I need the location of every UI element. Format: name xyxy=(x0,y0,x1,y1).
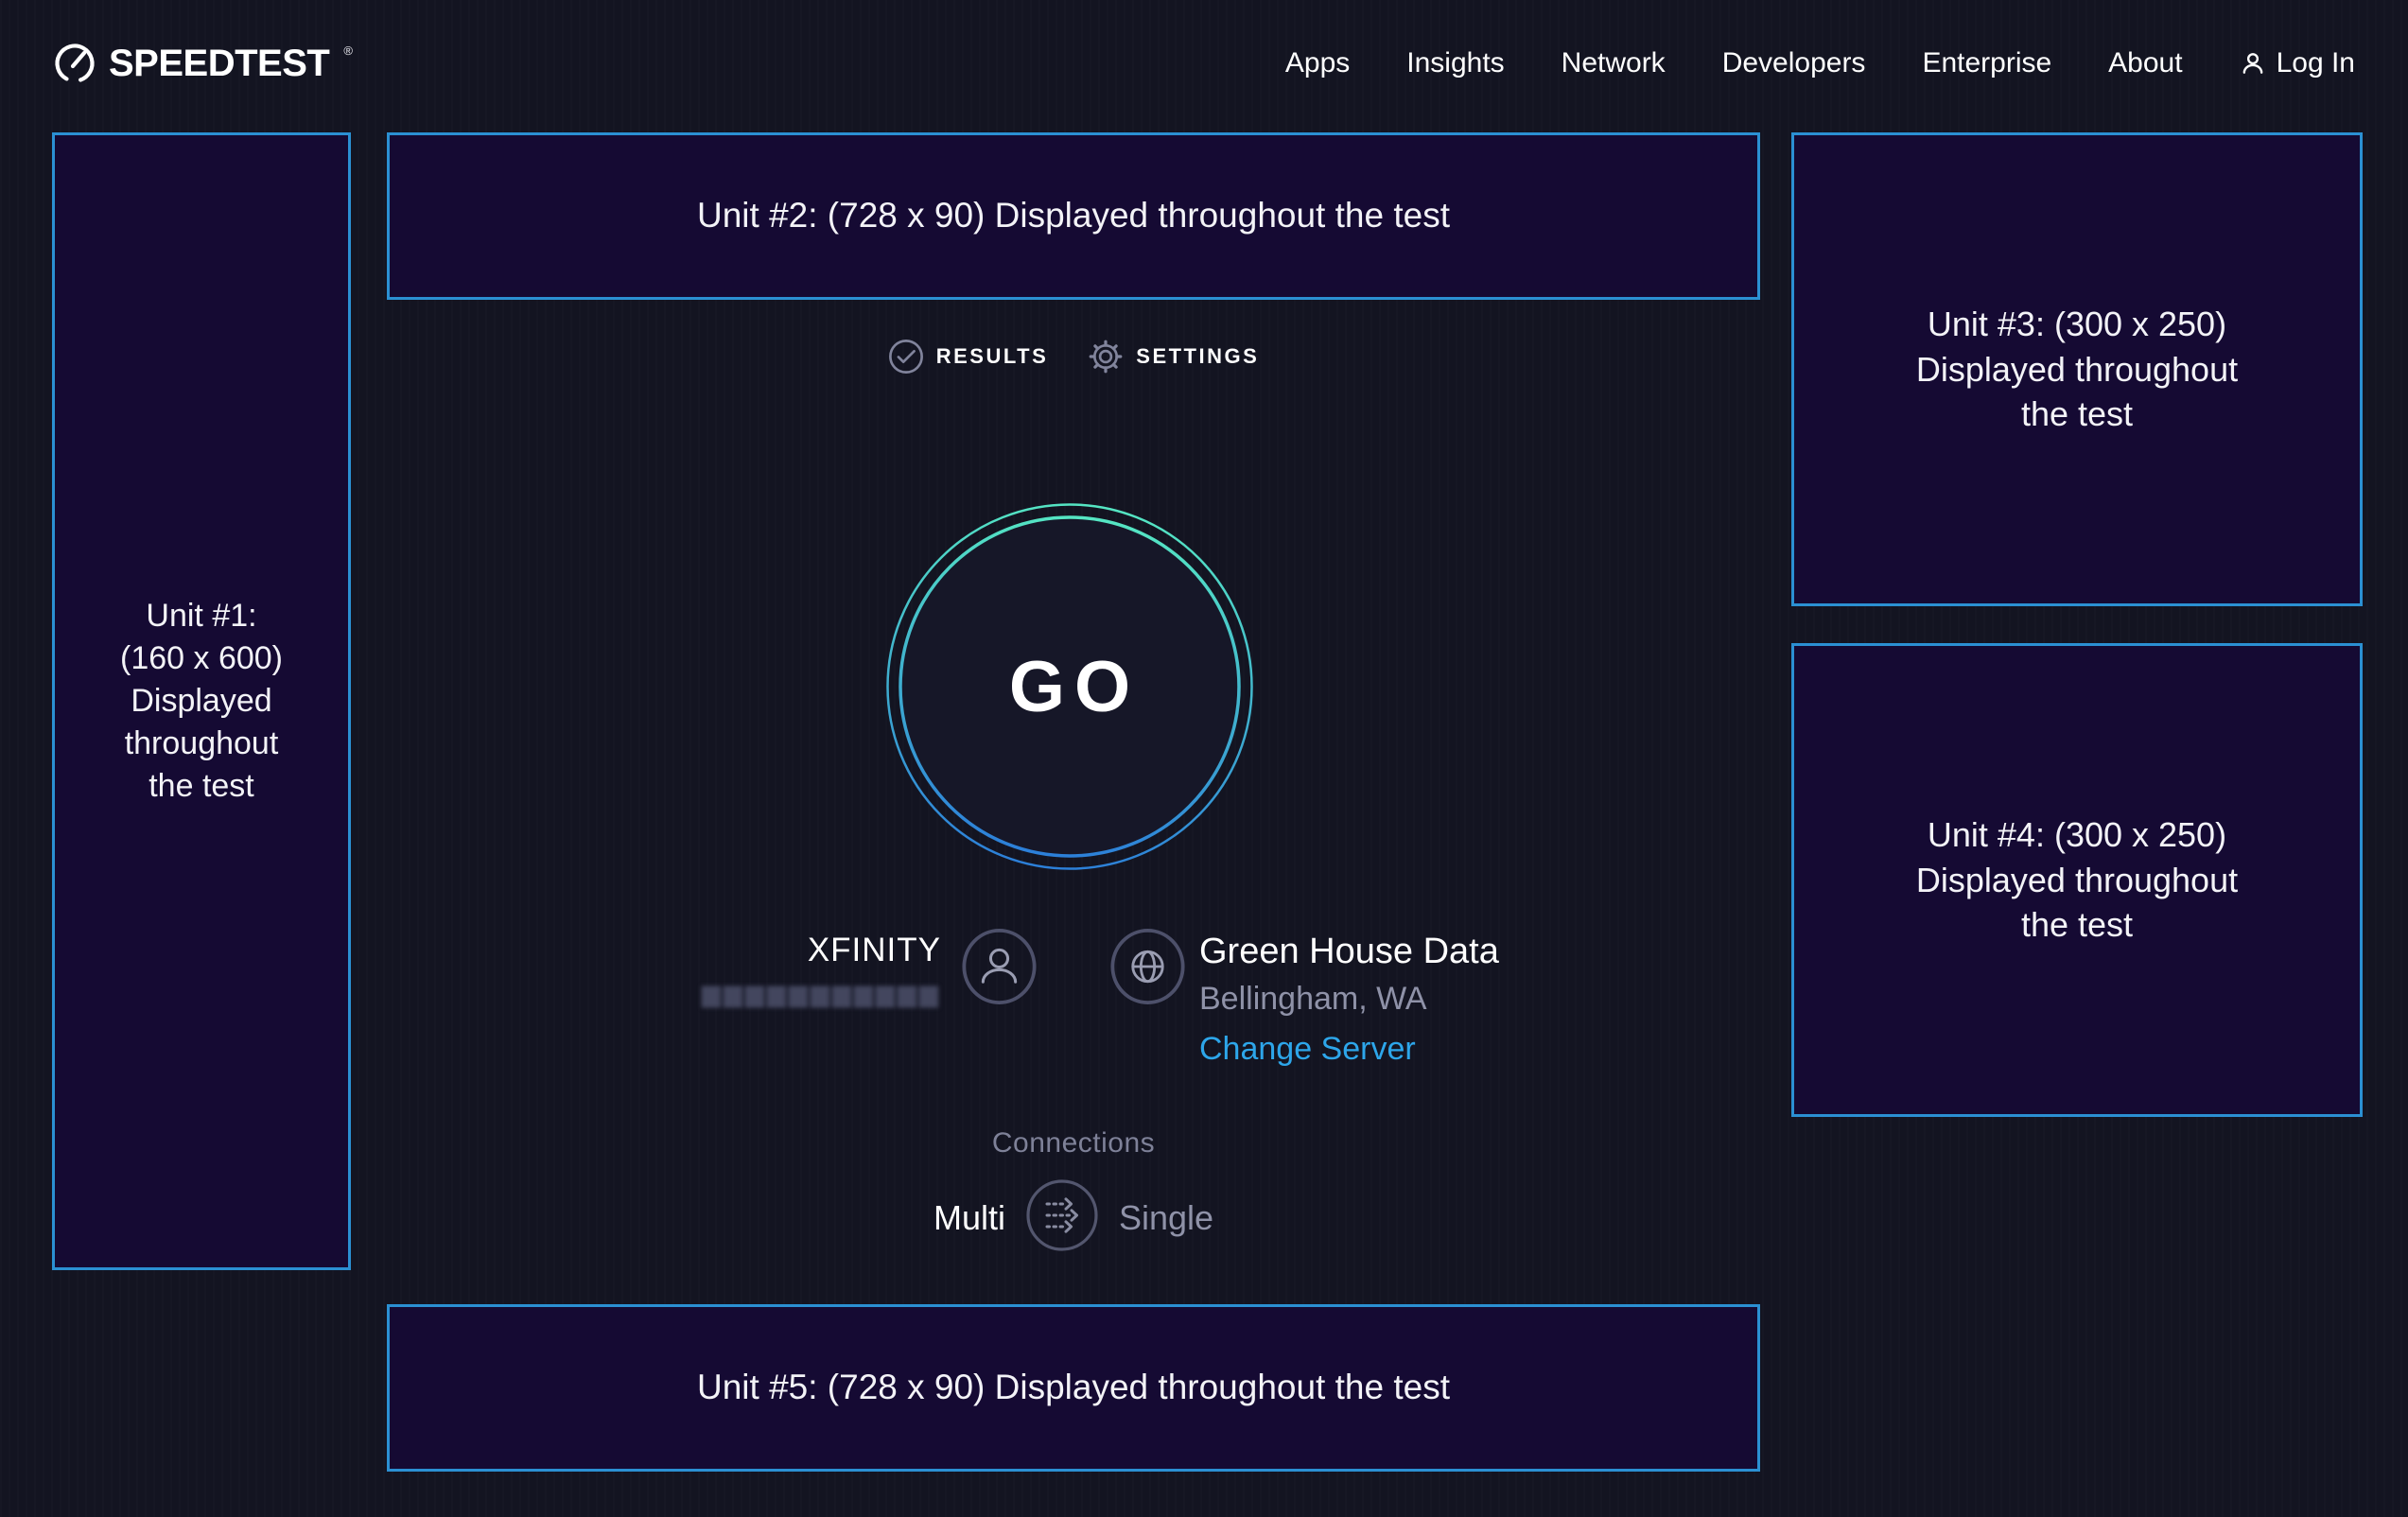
nav-item-enterprise[interactable]: Enterprise xyxy=(1922,47,2051,79)
ad-unit-4-text: Unit #4: (300 x 250) Displayed throughou… xyxy=(1916,812,2238,948)
isp-person-icon xyxy=(962,928,1038,1005)
server-name: Green House Data xyxy=(1199,932,1499,971)
multi-connections-icon[interactable] xyxy=(1025,1178,1099,1257)
server-info: Green House Data Bellingham, WA Change S… xyxy=(1199,932,1499,1068)
connections-section: Connections Multi Single xyxy=(387,1127,1760,1257)
nav-item-insights[interactable]: Insights xyxy=(1406,47,1504,79)
isp-info: XFINITY ▆▆▆▆▆▆▆▆▆▆▆ xyxy=(702,932,941,1008)
nav-item-network[interactable]: Network xyxy=(1562,47,1666,79)
ad-unit-5[interactable]: Unit #5: (728 x 90) Displayed throughout… xyxy=(387,1304,1760,1472)
login-label: Log In xyxy=(2277,47,2355,79)
connections-toggle-row: Multi Single xyxy=(387,1178,1760,1257)
tab-results[interactable]: RESULTS xyxy=(888,339,1049,375)
ad-unit-2[interactable]: Unit #2: (728 x 90) Displayed throughout… xyxy=(387,132,1760,300)
globe-icon xyxy=(1110,928,1186,1005)
connections-multi-option[interactable]: Multi xyxy=(934,1198,1005,1238)
isp-name: XFINITY xyxy=(702,932,941,969)
speedtest-logo[interactable]: SPEEDTEST ® xyxy=(53,42,351,85)
ad-unit-2-text: Unit #2: (728 x 90) Displayed throughout… xyxy=(697,193,1450,239)
ad-unit-3[interactable]: Unit #3: (300 x 250) Displayed throughou… xyxy=(1791,132,2363,606)
tab-results-label: RESULTS xyxy=(936,344,1049,369)
ad-unit-3-text: Unit #3: (300 x 250) Displayed throughou… xyxy=(1916,302,2238,437)
ad-unit-1-text: Unit #1: (160 x 600) Displayed throughou… xyxy=(120,595,283,807)
nav-item-apps[interactable]: Apps xyxy=(1285,47,1350,79)
results-settings-tabs: RESULTS SETTINGS xyxy=(387,339,1760,375)
connections-single-option[interactable]: Single xyxy=(1119,1198,1213,1238)
nav-item-developers[interactable]: Developers xyxy=(1722,47,1866,79)
go-label: GO xyxy=(881,497,1259,876)
go-button[interactable]: GO xyxy=(881,497,1259,876)
ip-address-redacted: ▆▆▆▆▆▆▆▆▆▆▆ xyxy=(702,979,941,1008)
registered-trademark: ® xyxy=(343,44,353,58)
nav-links: Apps Insights Network Developers Enterpr… xyxy=(1285,47,2183,79)
ad-unit-4[interactable]: Unit #4: (300 x 250) Displayed throughou… xyxy=(1791,643,2363,1117)
change-server-link[interactable]: Change Server xyxy=(1199,1031,1416,1068)
isp-server-icons xyxy=(962,928,1186,1005)
tab-settings[interactable]: SETTINGS xyxy=(1088,339,1259,375)
gear-icon xyxy=(1088,339,1124,375)
speedtest-gauge-icon xyxy=(53,42,96,85)
person-icon xyxy=(2240,50,2266,77)
ad-unit-5-text: Unit #5: (728 x 90) Displayed throughout… xyxy=(697,1365,1450,1411)
logo-wordmark: SPEEDTEST xyxy=(109,43,329,85)
connections-label: Connections xyxy=(387,1127,1760,1160)
nav-item-about[interactable]: About xyxy=(2108,47,2182,79)
check-circle-icon xyxy=(888,339,924,375)
server-location: Bellingham, WA xyxy=(1199,981,1499,1018)
ad-unit-1[interactable]: Unit #1: (160 x 600) Displayed throughou… xyxy=(52,132,351,1270)
tab-settings-label: SETTINGS xyxy=(1136,344,1259,369)
login-button[interactable]: Log In xyxy=(2240,47,2355,79)
top-nav: SPEEDTEST ® Apps Insights Network Develo… xyxy=(0,0,2408,127)
connection-info-row: XFINITY ▆▆▆▆▆▆▆▆▆▆▆ Green House Data Bel… xyxy=(387,922,1760,1083)
